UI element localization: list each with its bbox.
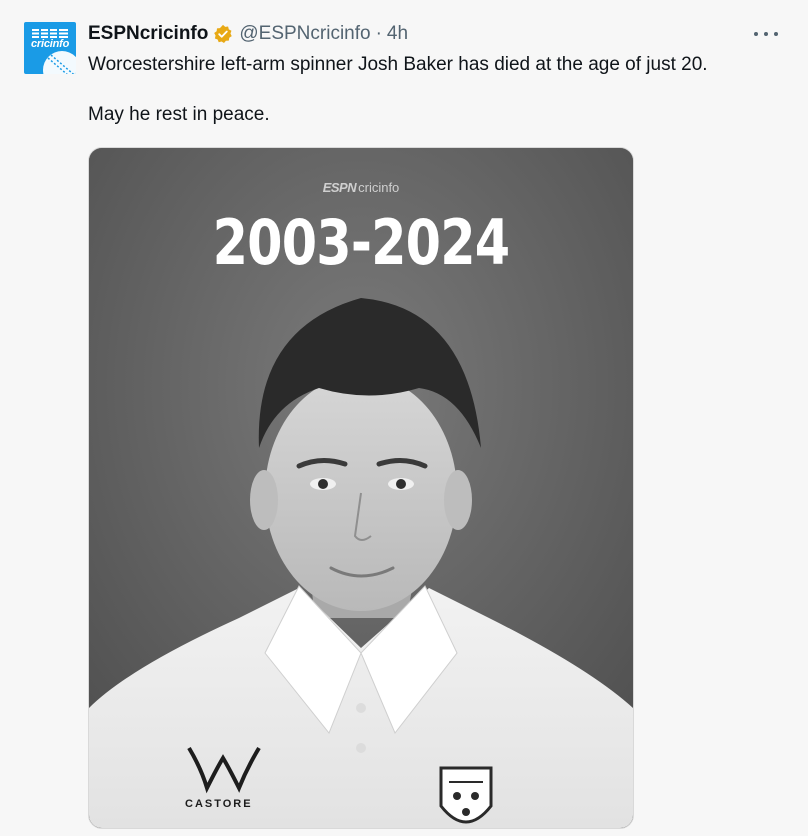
tweet-line-1: Worcestershire left-arm spinner Josh Bak… xyxy=(88,54,708,75)
tweet-timestamp[interactable]: 4h xyxy=(387,23,408,45)
memorial-years: 2003-2024 xyxy=(212,206,511,279)
more-options-icon[interactable] xyxy=(754,24,778,44)
avatar-wordmark: cricinfo xyxy=(31,38,70,50)
tweet-media-image[interactable]: ESPN cricinfo 2003-2024 CASTORE xyxy=(88,147,634,829)
media-brand-text: cricinfo xyxy=(358,180,400,195)
more-dot xyxy=(774,32,778,36)
tweet-text: Worcestershire left-arm spinner Josh Bak… xyxy=(88,52,788,127)
kit-brand-label: CASTORE xyxy=(185,798,253,810)
more-dot xyxy=(754,32,758,36)
tweet-line-2: May he rest in peace. xyxy=(88,104,270,125)
tweet-card[interactable]: cricinfo ESPNcricinfo @ESPNcricinfo · 4h… xyxy=(0,0,808,836)
separator-dot: · xyxy=(375,23,382,44)
cricket-ball-icon xyxy=(43,51,76,74)
verified-badge-icon[interactable] xyxy=(213,24,233,44)
author-handle[interactable]: @ESPNcricinfo xyxy=(239,23,370,45)
more-dot xyxy=(764,32,768,36)
espn-mark: ESPN xyxy=(322,180,357,195)
espn-logo-icon xyxy=(32,28,68,38)
tweet-header: ESPNcricinfo @ESPNcricinfo · 4h xyxy=(88,22,408,46)
author-name[interactable]: ESPNcricinfo xyxy=(88,23,208,45)
media-brand-logo: ESPN cricinfo xyxy=(89,180,633,195)
club-crest-icon xyxy=(439,766,493,824)
author-avatar[interactable]: cricinfo xyxy=(24,22,76,74)
